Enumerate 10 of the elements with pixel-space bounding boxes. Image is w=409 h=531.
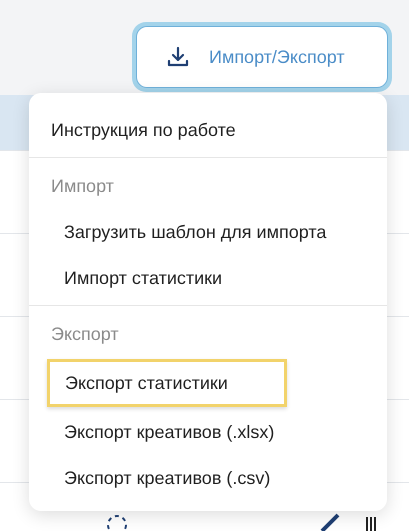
menu-item[interactable]: Экспорт креативов (.xlsx) [29,411,387,453]
menu-section-title: Экспорт [50,323,120,346]
menu-item[interactable]: Загрузить шаблон для импорта [29,211,387,253]
menu-item[interactable]: Импорт статистики [29,257,387,299]
menu-item[interactable]: Экспорт креативов (.csv) [29,457,387,499]
download-icon [167,46,189,68]
import-export-button[interactable]: Импорт/Экспорт [136,26,388,88]
menu-section-title: Импорт [50,175,115,198]
menu-item[interactable]: Инструкция по работе [29,109,387,151]
menu-item[interactable]: Экспорт статистики [47,359,287,407]
